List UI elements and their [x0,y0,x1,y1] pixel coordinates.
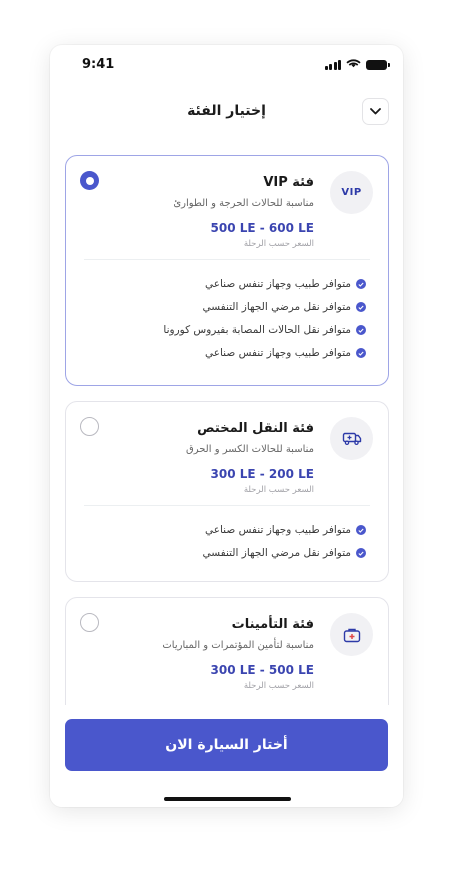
category-price: 300 LE - 200 LE [210,467,314,481]
category-price: 300 LE - 500 LE [210,663,314,677]
category-name: فئة التأمينات [231,617,314,632]
ambulance-icon [342,432,361,446]
category-radio[interactable] [80,417,99,436]
check-icon [356,302,366,312]
vip-badge-label: VIP [341,187,362,198]
price-note: السعر حسب الرحلة [243,681,314,691]
price-note: السعر حسب الرحلة [243,485,314,495]
wifi-icon [346,59,361,68]
check-icon [356,548,366,558]
feature-label: متوافر طبيب وجهاز تنفس صناعي [204,524,351,536]
check-icon [356,325,366,335]
page-title: إختيار الفئة [187,103,266,119]
category-name: فئة النقل المختص [197,421,314,436]
signal-icon [324,59,341,70]
page-header: إختيار الفئة [50,95,403,131]
bottom-bar: أختار السيارة الان [50,705,403,807]
status-time: 9:41 [82,57,115,72]
battery-icon [366,59,390,70]
medkit-badge [330,613,373,656]
feature-item: متوافر نقل مرضي الجهاز التنفسي [66,300,366,314]
first-aid-kit-icon [343,628,360,642]
feature-item: متوافر طبيب وجهاز تنفس صناعي [66,277,366,291]
category-description: مناسبة للحالات الكسر و الحرق [185,444,314,455]
check-icon [356,279,366,289]
chevron-down-icon [370,108,381,115]
feature-label: متوافر طبيب وجهاز تنفس صناعي [204,278,351,290]
feature-label: متوافر نقل مرضي الجهاز التنفسي [202,301,351,313]
category-radio-selected[interactable] [80,171,99,190]
feature-item: متوافر نقل مرضي الجهاز التنفسي [66,546,366,560]
category-card-specialized[interactable]: فئة النقل المختص مناسبة للحالات الكسر و … [65,401,389,582]
feature-label: متوافر نقل مرضي الجهاز التنفسي [202,547,351,559]
feature-list: متوافر طبيب وجهاز تنفس صناعي متوافر نقل … [66,506,388,579]
check-icon [356,348,366,358]
status-icons [324,59,390,70]
category-list: VIP فئة VIP مناسبة للحالات الحرجة و الطو… [65,155,389,772]
check-icon [356,525,366,535]
ambulance-badge [330,417,373,460]
category-card-vip[interactable]: VIP فئة VIP مناسبة للحالات الحرجة و الطو… [65,155,389,386]
price-note: السعر حسب الرحلة [243,239,314,249]
dropdown-toggle-button[interactable] [362,98,389,125]
vip-badge: VIP [330,171,373,214]
feature-item: متوافر نقل الحالات المصابة بفيروس كورونا [66,323,366,337]
category-name: فئة VIP [263,175,314,190]
category-description: مناسبة للحالات الحرجة و الطوارئ [173,198,314,209]
status-bar: 9:41 [50,45,403,85]
feature-item: متوافر طبيب وجهاز تنفس صناعي [66,523,366,537]
choose-car-button[interactable]: أختار السيارة الان [65,719,388,771]
category-description: مناسبة لتأمين المؤتمرات و المباريات [162,640,314,651]
feature-item: متوافر طبيب وجهاز تنفس صناعي [66,346,366,360]
feature-label: متوافر طبيب وجهاز تنفس صناعي [204,347,351,359]
home-indicator [164,797,291,801]
feature-list: متوافر طبيب وجهاز تنفس صناعي متوافر نقل … [66,260,388,379]
category-price: 500 LE - 600 LE [210,221,314,235]
category-radio[interactable] [80,613,99,632]
feature-label: متوافر نقل الحالات المصابة بفيروس كورونا [163,324,351,336]
phone-screen: 9:41 إختيار الفئة VIP فئة VIP مناسبة للح… [50,45,403,807]
